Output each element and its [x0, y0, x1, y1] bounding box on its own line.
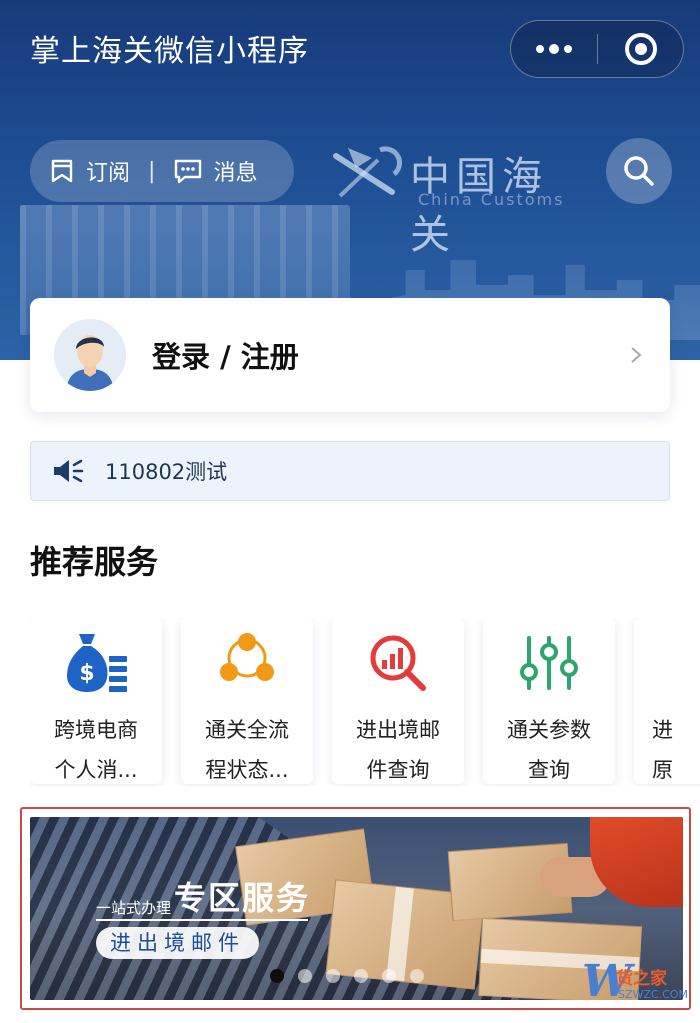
- pill-divider: |: [148, 158, 156, 184]
- service-label-line2: 查询: [528, 758, 570, 782]
- more-menu-button[interactable]: [511, 21, 597, 77]
- worker-arm-image: [590, 817, 683, 907]
- login-register-link[interactable]: 登录 / 注册: [152, 334, 626, 376]
- banner-title: 专区服务: [174, 879, 311, 917]
- site-watermark: W 货之家 SZWZC.COM: [560, 950, 700, 1020]
- service-label-line2: 原: [652, 758, 673, 782]
- sliders-icon: [520, 636, 578, 690]
- carousel-dot[interactable]: [298, 969, 312, 983]
- service-label-line2: 程状态...: [205, 758, 289, 782]
- service-card-partial[interactable]: 进原: [634, 618, 700, 784]
- subscribe-message-pill: 订阅 | 消息: [30, 140, 294, 202]
- search-button[interactable]: [606, 138, 672, 204]
- message-button[interactable]: 消息: [173, 155, 257, 187]
- watermark-text: 货之家: [616, 969, 667, 989]
- close-mini-program-button[interactable]: [598, 21, 683, 77]
- svg-text:$: $: [79, 661, 94, 686]
- money-bag-icon: $: [67, 634, 127, 692]
- message-label: 消息: [213, 161, 258, 186]
- carousel-dot[interactable]: [354, 969, 368, 983]
- login-card[interactable]: 登录 / 注册: [30, 298, 670, 412]
- subscribe-button[interactable]: 订阅: [48, 155, 130, 187]
- service-card-mail-query[interactable]: 进出境邮 件查询: [332, 618, 464, 784]
- notice-bar[interactable]: 110802测试: [30, 441, 670, 501]
- carousel-dot-active[interactable]: [270, 969, 284, 983]
- search-icon: [624, 156, 654, 186]
- service-label-line1: 通关全流: [205, 718, 289, 742]
- banner-chip: 进出境邮件: [96, 927, 259, 959]
- notice-text: 110802测试: [105, 460, 228, 484]
- service-card-clearance-parameters[interactable]: 通关参数 查询: [483, 618, 615, 784]
- service-label-line1: 进: [652, 718, 673, 742]
- subscribe-icon: [51, 159, 73, 183]
- message-icon: [175, 159, 202, 184]
- carousel-dot[interactable]: [326, 969, 340, 983]
- carousel-dot[interactable]: [410, 969, 424, 983]
- service-label-line1: 跨境电商: [54, 718, 138, 742]
- magnifier-chart-icon: [370, 635, 426, 691]
- chevron-right-icon: [631, 347, 642, 363]
- service-label-line2: 个人消...: [54, 758, 138, 782]
- banner-underline: [96, 919, 308, 921]
- mini-program-capsule: [510, 20, 684, 78]
- watermark-subtext: SZWZC.COM: [618, 988, 688, 1001]
- service-label-line1: 进出境邮: [356, 718, 440, 742]
- speaker-icon: [54, 459, 84, 483]
- customs-emblem-icon: [333, 146, 402, 198]
- service-card-cross-border-ecommerce[interactable]: $ 跨境电商个人消...: [30, 618, 162, 784]
- recommended-services-title: 推荐服务: [30, 543, 159, 581]
- app-title: 掌上海关微信小程序: [30, 34, 309, 69]
- carousel-indicator: [270, 969, 424, 983]
- carousel-dot[interactable]: [382, 969, 396, 983]
- china-customs-logo: 中国海关 China Customs: [330, 140, 590, 258]
- target-close-icon: [624, 33, 657, 65]
- banner-tagline: 一站式办理: [96, 899, 172, 917]
- avatar: [54, 319, 126, 391]
- user-avatar-icon: [54, 319, 126, 391]
- service-label-line2: 件查询: [366, 758, 430, 782]
- services-carousel[interactable]: $ 跨境电商 个人消... 通关全流 程状态... 进出境邮 件查询 通关参数 …: [30, 618, 700, 786]
- subscribe-label: 订阅: [86, 161, 131, 186]
- logo-english-text: China Customs: [418, 190, 565, 209]
- service-label-line1: 通关参数: [507, 718, 591, 742]
- more-dots-icon: [536, 44, 572, 54]
- service-card-clearance-status[interactable]: 通关全流程状态...: [181, 618, 313, 784]
- network-nodes-icon: [220, 633, 274, 681]
